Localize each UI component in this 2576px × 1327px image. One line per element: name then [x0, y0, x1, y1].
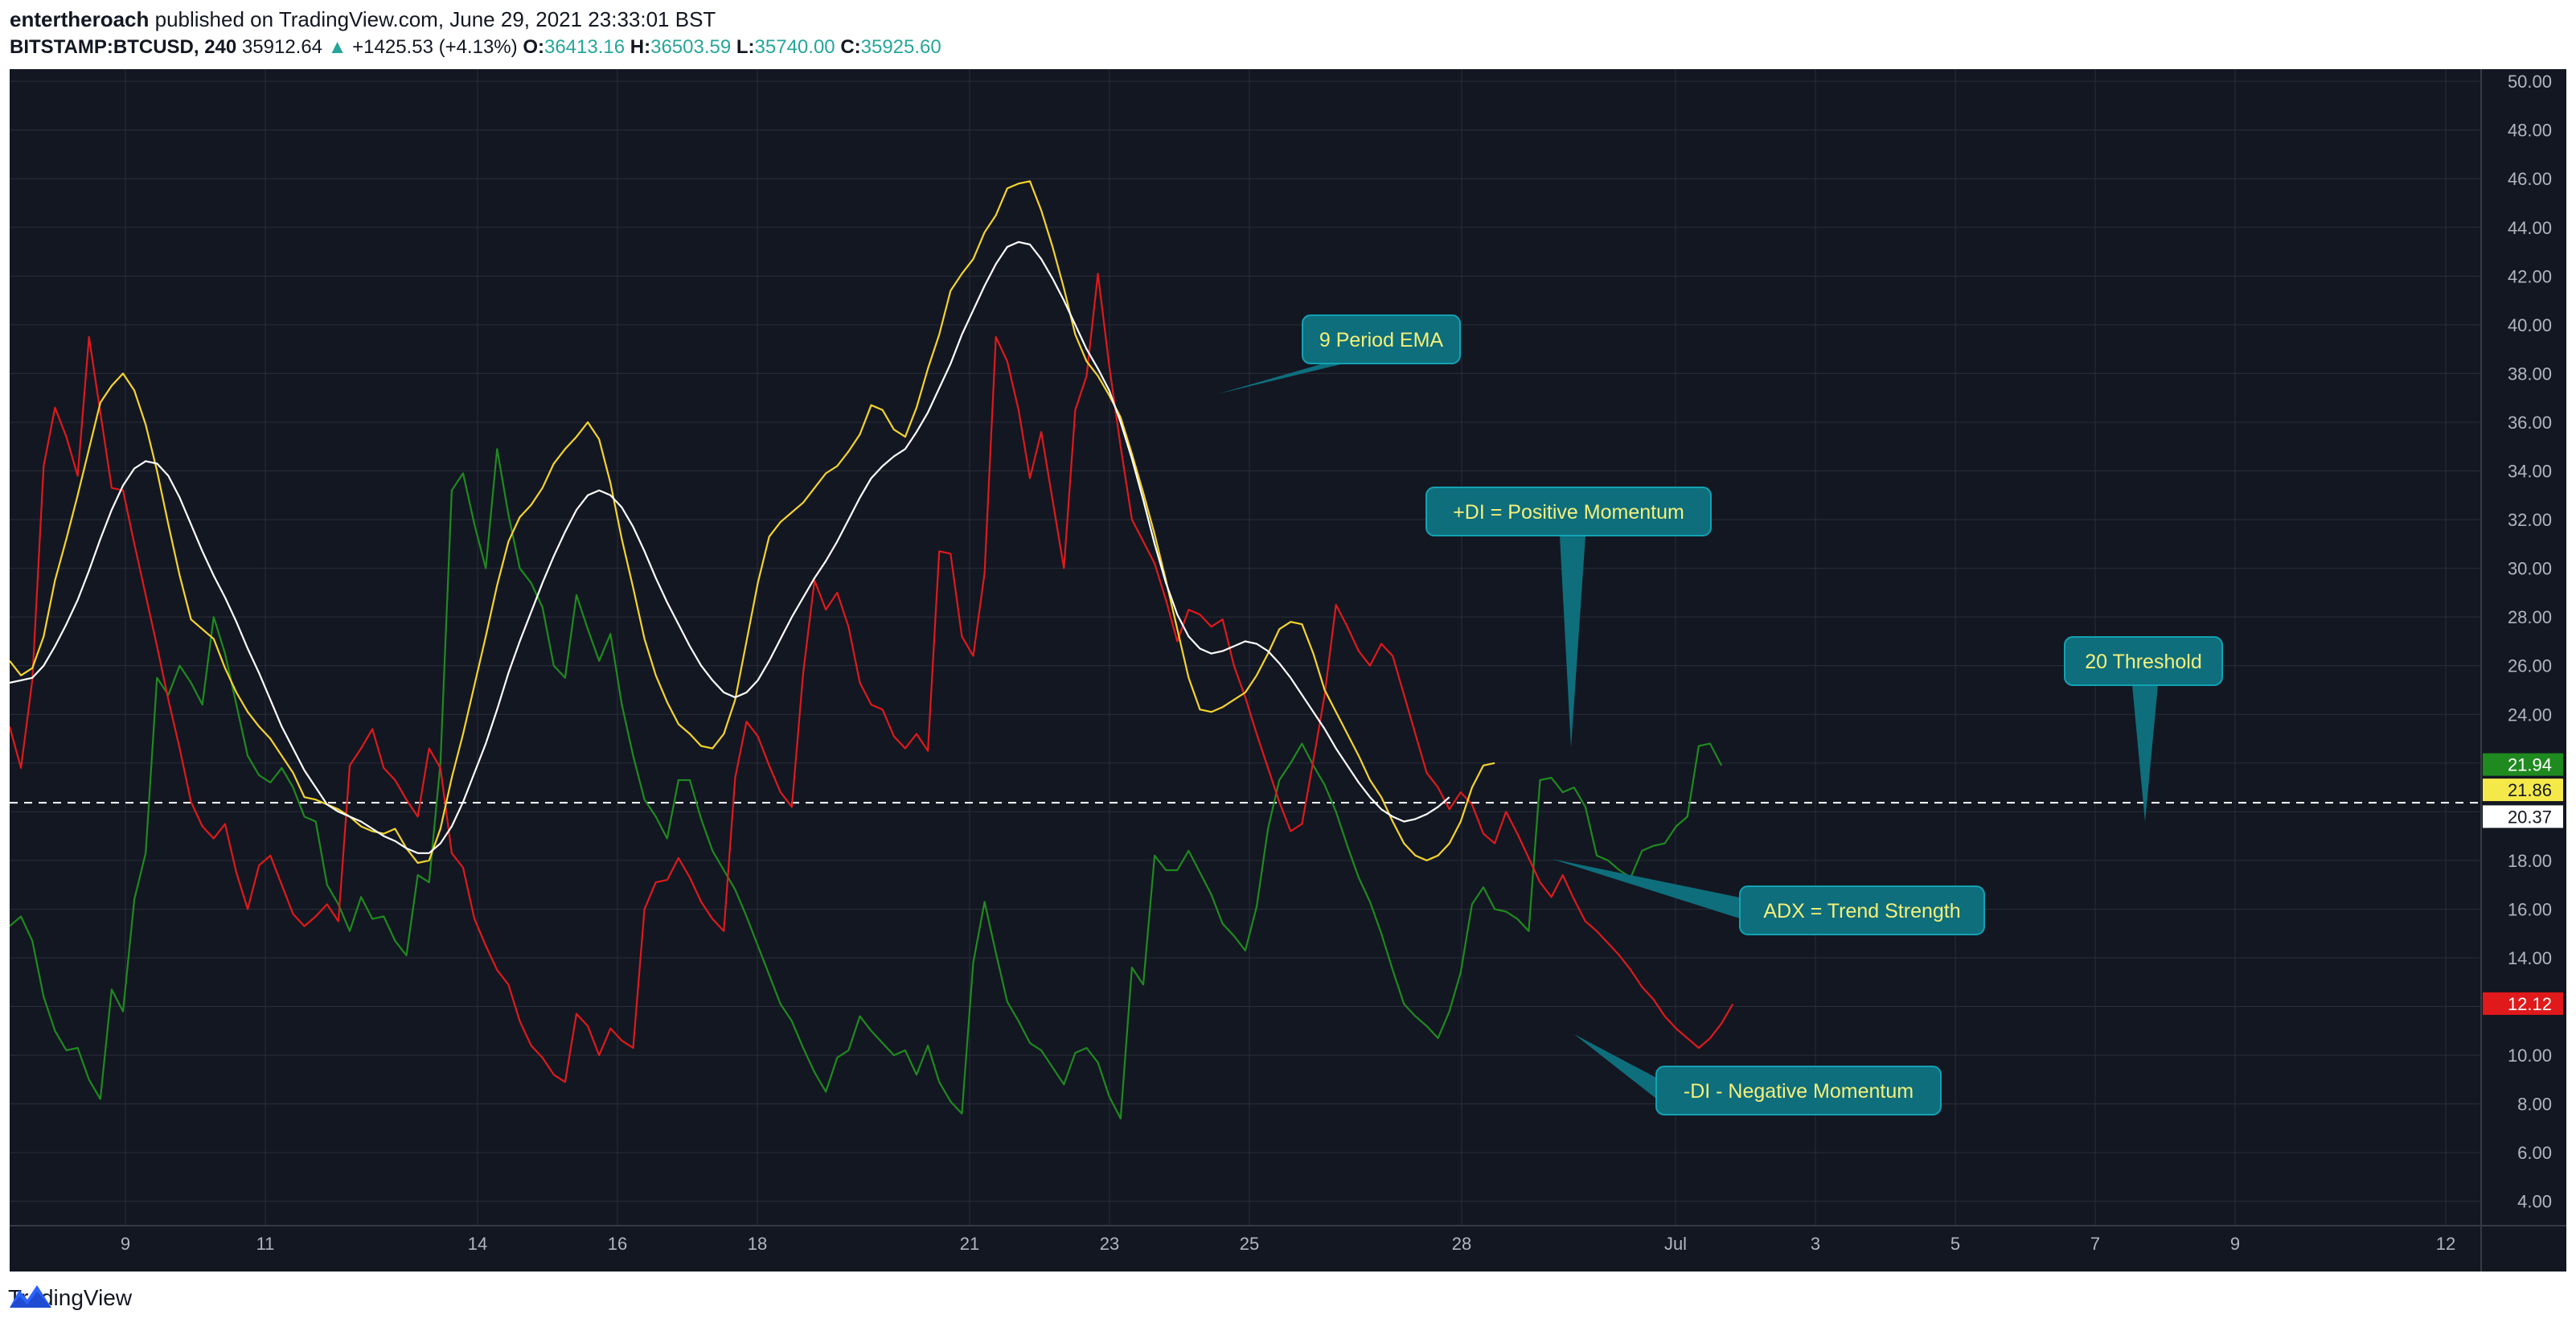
- triangle-up-icon: ▲: [327, 36, 347, 58]
- y-tick-label: 18.00: [2508, 851, 2552, 871]
- last-value-label: 21.94: [2508, 755, 2552, 775]
- high-label: H:: [630, 36, 651, 58]
- y-tick-label: 28.00: [2508, 607, 2552, 627]
- annotation-label: +DI = Positive Momentum: [1453, 501, 1684, 524]
- price-value: 35912.64: [241, 36, 323, 58]
- y-tick-label: 14.00: [2508, 948, 2552, 968]
- footer: TradingView: [8, 1279, 132, 1317]
- publish-info: entertheroach published on TradingView.c…: [10, 5, 2566, 34]
- x-tick-label: 9: [2230, 1234, 2240, 1254]
- x-tick-label: 25: [1240, 1234, 1259, 1254]
- y-tick-label: 40.00: [2508, 315, 2552, 335]
- author-name[interactable]: entertheroach: [10, 7, 149, 31]
- tradingview-logo-icon[interactable]: [8, 1279, 53, 1311]
- y-tick-label: 26.00: [2508, 656, 2552, 676]
- y-tick-label: 38.00: [2508, 364, 2552, 384]
- y-tick-label: 4.00: [2517, 1192, 2552, 1212]
- close-label: C:: [840, 36, 861, 58]
- x-tick-label: 12: [2436, 1234, 2455, 1254]
- high-value: 36503.59: [650, 36, 732, 58]
- x-tick-label: 21: [960, 1234, 979, 1254]
- open-label: O:: [523, 36, 544, 58]
- y-tick-label: 16.00: [2508, 899, 2552, 919]
- chart-header: entertheroach published on TradingView.c…: [10, 5, 2566, 61]
- y-tick-label: 44.00: [2508, 218, 2552, 238]
- x-tick-label: 16: [608, 1234, 627, 1254]
- x-tick-label: 11: [256, 1234, 275, 1254]
- low-value: 35740.00: [754, 36, 835, 58]
- last-value-label: 21.86: [2508, 780, 2552, 800]
- price-change: +1425.53 (+4.13%): [352, 36, 518, 58]
- symbol-info: BITSTAMP:BTCUSD, 240 35912.64 ▲ +1425.53…: [10, 34, 2566, 61]
- y-tick-label: 42.00: [2508, 266, 2552, 286]
- annotation-label: 20 Threshold: [2085, 651, 2201, 673]
- y-tick-label: 6.00: [2517, 1143, 2552, 1163]
- close-value: 35925.60: [860, 36, 941, 58]
- annotation-label: ADX = Trend Strength: [1763, 900, 1960, 922]
- x-tick-label: 28: [1452, 1234, 1471, 1254]
- y-tick-label: 50.00: [2508, 72, 2552, 92]
- annotation-label: 9 Period EMA: [1319, 329, 1444, 351]
- x-tick-label: 9: [121, 1234, 130, 1254]
- y-tick-label: 10.00: [2508, 1046, 2552, 1066]
- symbol-label: BITSTAMP:BTCUSD, 240: [10, 36, 237, 58]
- x-tick-label: 14: [468, 1234, 487, 1254]
- published-text: published on TradingView.com, June 29, 2…: [154, 7, 716, 31]
- y-tick-label: 24.00: [2508, 705, 2552, 725]
- annotation-label: -DI - Negative Momentum: [1684, 1080, 1914, 1103]
- chart-area[interactable]: 4.006.008.0010.0012.0014.0016.0018.0020.…: [10, 69, 2566, 1272]
- y-tick-label: 34.00: [2508, 462, 2552, 482]
- x-tick-label: 23: [1100, 1234, 1119, 1254]
- x-tick-label: 3: [1811, 1234, 1820, 1254]
- last-value-label: 12.12: [2508, 994, 2552, 1014]
- x-tick-label: 7: [2090, 1234, 2100, 1254]
- y-tick-label: 32.00: [2508, 510, 2552, 530]
- y-tick-label: 30.00: [2508, 559, 2552, 579]
- open-value: 36413.16: [544, 36, 626, 58]
- y-tick-label: 8.00: [2517, 1095, 2552, 1115]
- y-tick-label: 46.00: [2508, 169, 2552, 189]
- y-tick-label: 36.00: [2508, 413, 2552, 433]
- last-value-label: 20.37: [2508, 807, 2552, 827]
- x-tick-label: Jul: [1664, 1234, 1687, 1254]
- low-label: L:: [736, 36, 755, 58]
- x-tick-label: 5: [1950, 1234, 1960, 1254]
- x-tick-label: 18: [748, 1234, 767, 1254]
- y-tick-label: 48.00: [2508, 121, 2552, 141]
- dmi-chart[interactable]: 4.006.008.0010.0012.0014.0016.0018.0020.…: [10, 69, 2566, 1272]
